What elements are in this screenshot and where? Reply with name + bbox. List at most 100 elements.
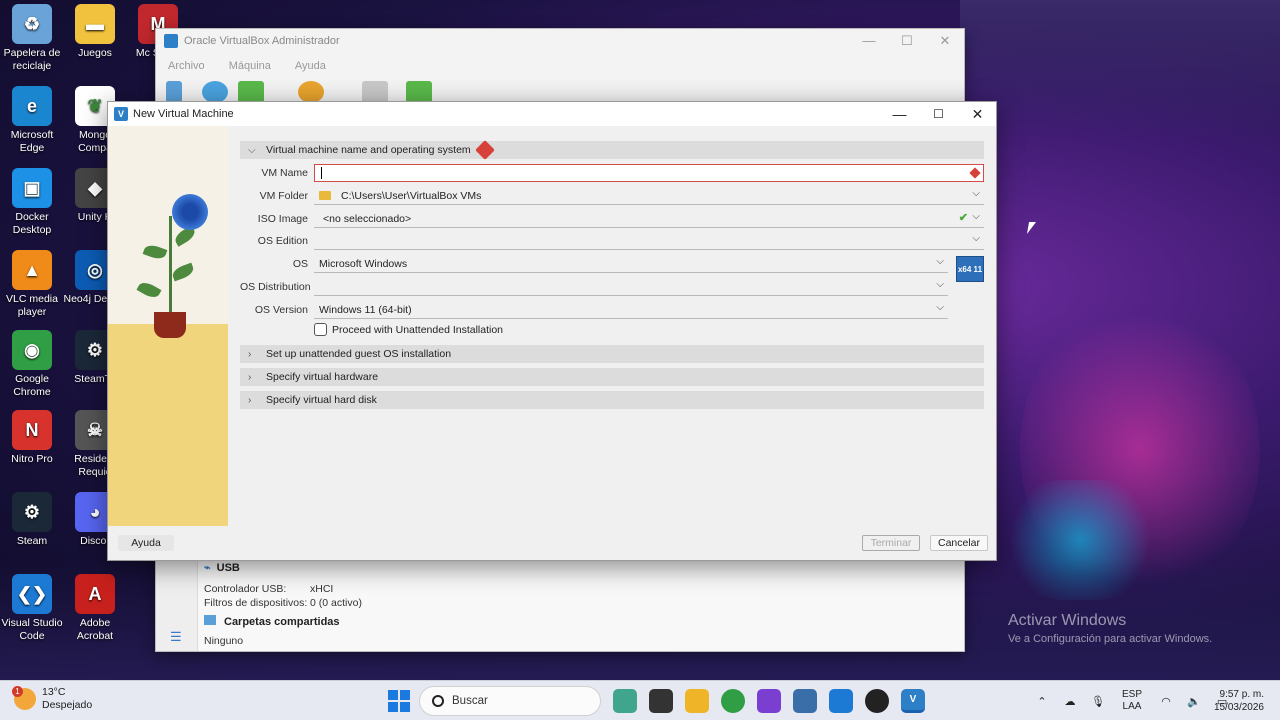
desktop-icon[interactable]: e Microsoft Edge — [0, 86, 64, 155]
add-icon[interactable] — [238, 81, 264, 103]
dialog-titlebar: V New Virtual Machine — ☐ ✕ — [108, 102, 996, 126]
menu-archivo[interactable]: Archivo — [168, 60, 205, 72]
app-icon: ▲ — [12, 250, 52, 290]
os-distribution-row: OS Distribution ⌵ — [240, 278, 984, 296]
menu-maquina[interactable]: Máquina — [229, 60, 271, 72]
clock-date: 15/03/2026 — [1213, 702, 1264, 713]
os-distribution-select[interactable]: ⌵ — [314, 278, 948, 296]
mouse-cursor-icon — [1026, 222, 1037, 234]
os-version-select[interactable]: Windows 11 (64-bit) ⌵ — [314, 301, 948, 319]
clock[interactable]: 9:57 p. m. 15/03/2026 — [1214, 688, 1264, 714]
weather-widget[interactable]: 1 13°C Despejado — [12, 686, 93, 712]
notification-badge: 1 — [12, 686, 23, 697]
os-version-row: OS Version Windows 11 (64-bit) ⌵ — [240, 301, 984, 319]
section-name-os[interactable]: ⌵ Virtual machine name and operating sys… — [240, 140, 984, 160]
vm-name-input[interactable] — [314, 164, 984, 182]
usb-filters-row: Filtros de dispositivos: 0 (0 activo) — [204, 597, 362, 609]
finish-button[interactable]: Terminar — [862, 535, 920, 551]
folder-icon — [319, 191, 331, 200]
preferences-icon[interactable] — [202, 81, 228, 103]
usb-icon: ⌁ — [204, 562, 211, 574]
app-icon: ⚙ — [12, 492, 52, 532]
maximize-icon[interactable]: ☐ — [892, 33, 922, 49]
desktop-icon[interactable]: ❮❯ Visual Studio Code — [0, 574, 64, 643]
folder-icon — [204, 615, 216, 625]
menu-ayuda[interactable]: Ayuda — [295, 60, 326, 72]
clock-time: 9:57 p. m. — [1219, 689, 1264, 700]
dialog-title: New Virtual Machine — [133, 108, 234, 120]
file-explorer-icon[interactable] — [685, 689, 709, 713]
os-edition-select[interactable]: ⌵ — [314, 232, 984, 250]
manager-menubar: Archivo Máquina Ayuda — [156, 53, 964, 79]
chevron-down-icon: ⌵ — [972, 233, 980, 244]
taskbar-search[interactable]: Buscar — [419, 686, 601, 716]
section-hardware[interactable]: › Specify virtual hardware — [240, 368, 984, 386]
taskbar-app-icon[interactable] — [793, 689, 817, 713]
iso-image-label: ISO Image — [257, 213, 308, 225]
vm-folder-row: VM Folder C:\Users\User\VirtualBox VMs ⌵ — [240, 187, 984, 205]
section-unattended[interactable]: › Set up unattended guest OS installatio… — [240, 345, 984, 363]
details-panel: ☰ ⌁ USB Controlador USB: xHCI Filtros de d… — [156, 559, 964, 651]
desktop-icon[interactable]: N Nitro Pro — [0, 410, 64, 466]
vscode-icon[interactable] — [829, 689, 853, 713]
discard-icon[interactable] — [362, 81, 388, 103]
chevron-up-icon[interactable]: ⌃ — [1035, 694, 1049, 708]
start-icon[interactable] — [406, 81, 432, 103]
minimize-icon[interactable]: — — [880, 102, 919, 126]
vm-folder-label: VM Folder — [259, 190, 308, 202]
close-icon[interactable]: ✕ — [958, 102, 997, 126]
wifi-icon[interactable]: ◠ — [1159, 694, 1173, 708]
weather-icon: 1 — [12, 686, 36, 710]
visual-studio-icon[interactable] — [757, 689, 781, 713]
shared-folders-value: Ninguno — [204, 635, 244, 647]
taskbar: 1 13°C Despejado Buscar V ⌃ ☁ 🎙 ESP LAA ◠… — [0, 680, 1280, 720]
desktop-icon[interactable]: ◉ Google Chrome — [0, 330, 64, 399]
os-version-label: OS Version — [254, 304, 308, 316]
maximize-icon[interactable]: ☐ — [919, 102, 958, 126]
virtualbox-icon: V — [114, 107, 128, 121]
taskbar-app-dark-icon[interactable] — [865, 689, 889, 713]
weather-desc: Despejado — [42, 699, 93, 711]
desktop-icon[interactable]: ⚙ Steam — [0, 492, 64, 548]
virtualbox-taskbar-icon[interactable]: V — [901, 689, 925, 713]
desktop-icon[interactable]: ▲ VLC media player — [0, 250, 64, 319]
minimize-icon[interactable]: — — [854, 33, 884, 48]
vm-folder-select[interactable]: C:\Users\User\VirtualBox VMs ⌵ — [314, 187, 984, 205]
desktop-icon-label: Docker Desktop — [12, 211, 52, 236]
tools-icon[interactable] — [166, 81, 182, 103]
illustration-sand — [108, 324, 228, 526]
chrome-icon[interactable] — [721, 689, 745, 713]
chevron-down-icon: ⌵ — [248, 144, 256, 156]
warning-icon — [474, 140, 495, 160]
help-button[interactable]: Ayuda — [118, 535, 174, 551]
chevron-down-icon: ⌵ — [936, 256, 944, 267]
desktop-icon[interactable]: ▬ Juegos — [63, 4, 127, 60]
cancel-button[interactable]: Cancelar — [930, 535, 988, 551]
app-icon: ❮❯ — [12, 574, 52, 614]
settings-icon[interactable] — [298, 81, 324, 103]
desktop-icon[interactable]: A Adobe Acrobat — [63, 574, 127, 643]
microphone-icon[interactable]: 🎙 — [1091, 694, 1105, 708]
close-icon[interactable]: ✕ — [930, 33, 960, 49]
taskbar-terminal-icon[interactable] — [649, 689, 673, 713]
new-vm-dialog[interactable]: V New Virtual Machine — ☐ ✕ ⌵ Virtual ma… — [107, 101, 997, 561]
cloud-icon[interactable]: ☁ — [1063, 694, 1077, 708]
taskbar-landscape-icon[interactable] — [613, 689, 637, 713]
start-icon[interactable] — [388, 690, 410, 712]
os-select[interactable]: Microsoft Windows ⌵ — [314, 255, 948, 273]
desktop-icon[interactable]: ♻ Papelera de reciclaje — [0, 4, 64, 73]
list-icon[interactable]: ☰ — [170, 629, 182, 645]
section-disk[interactable]: › Specify virtual hard disk — [240, 391, 984, 409]
volume-icon[interactable]: 🔈 — [1187, 694, 1201, 708]
chevron-right-icon: › — [248, 371, 252, 383]
os-label: OS — [292, 258, 308, 270]
checkbox-box[interactable] — [314, 323, 327, 336]
watermark-title: Activar Windows — [1008, 612, 1127, 629]
watermark-subtitle: Ve a Configuración para activar Windows. — [1008, 633, 1213, 645]
iso-image-select[interactable]: <no seleccionado> ✔ ⌵ — [314, 210, 984, 228]
language-indicator[interactable]: ESP LAA — [1122, 689, 1142, 713]
unattended-checkbox[interactable]: Proceed with Unattended Installation — [314, 323, 503, 336]
app-icon: A — [75, 574, 115, 614]
desktop-icon[interactable]: ▣ Docker Desktop — [0, 168, 64, 237]
usb-controller-row: Controlador USB: xHCI — [204, 583, 334, 595]
